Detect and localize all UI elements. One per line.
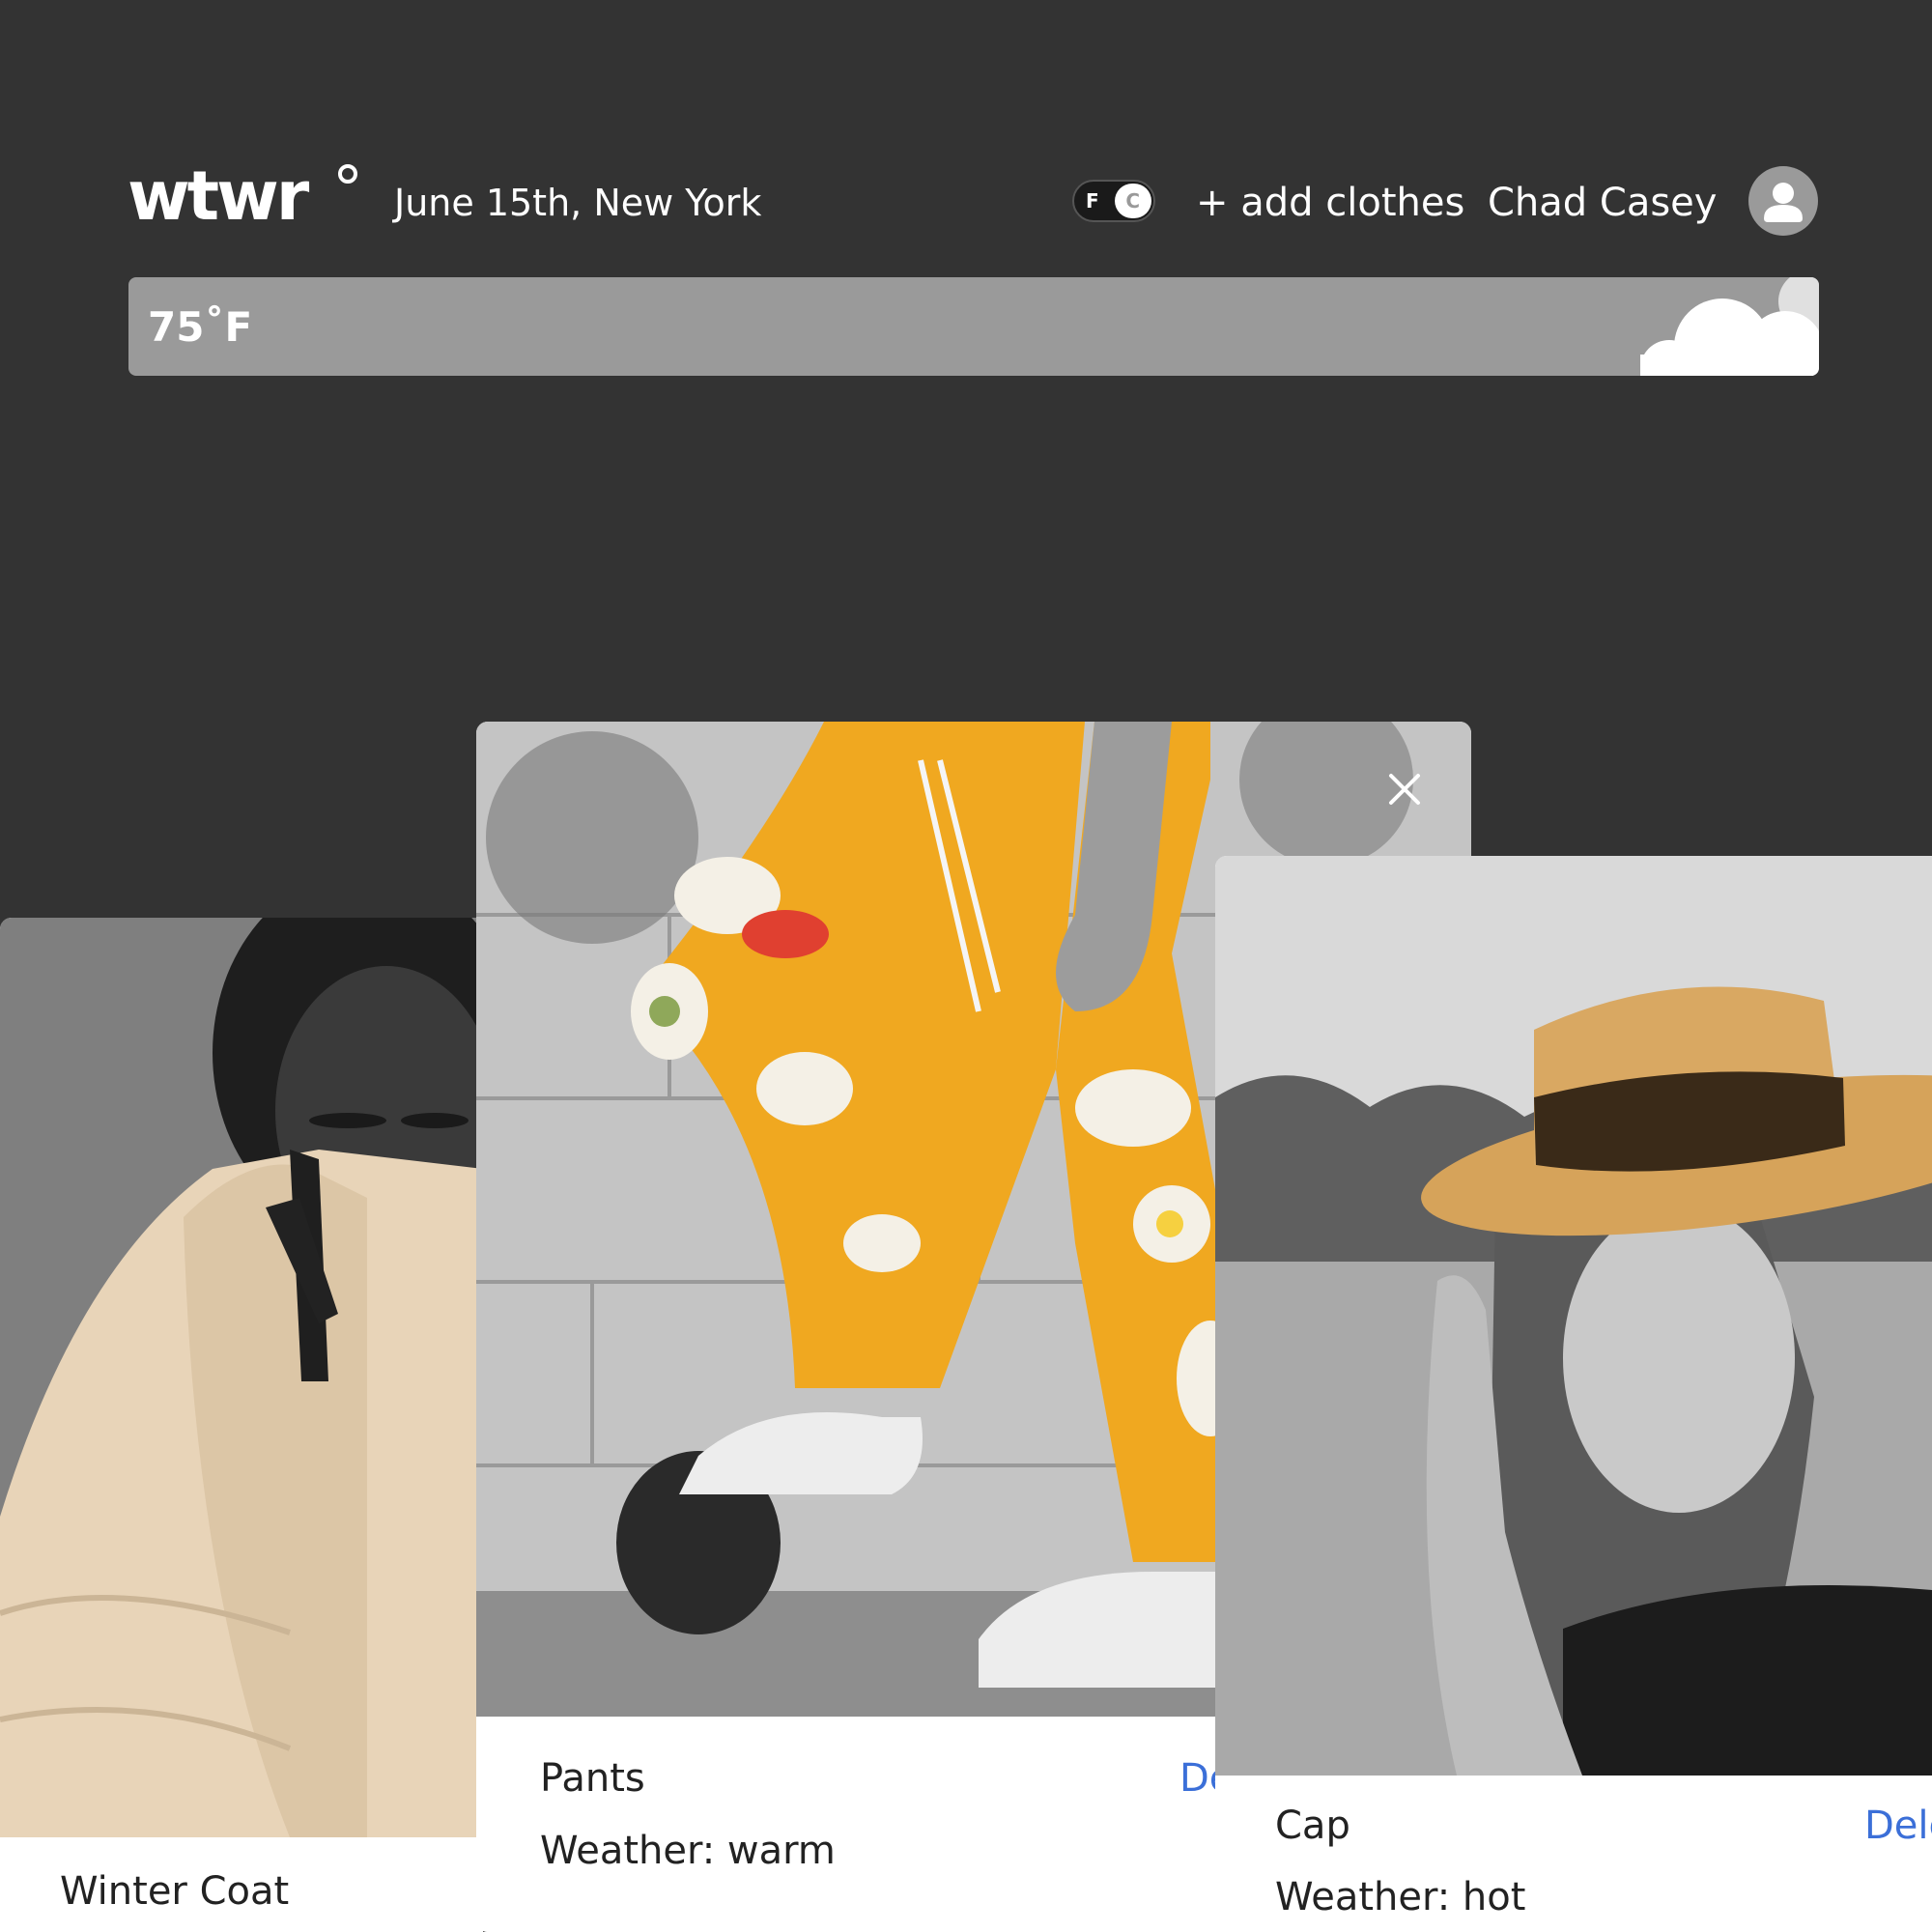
item-title: Cap [1275,1804,1350,1848]
close-icon [1389,774,1420,805]
temperature: 75˚F [148,303,253,351]
date-location: June 15th, New York [394,182,762,224]
toggle-label-c: C [1125,189,1140,213]
item-weather: Weather: hot [1275,1875,1526,1919]
item-title: Winter Coat [60,1869,290,1914]
close-button[interactable] [1381,766,1428,812]
item-card-cap[interactable]: Cap Weather: hot Dele [1215,856,1932,1932]
cloud-icon [1640,277,1819,376]
item-card-winter-coat[interactable]: Winter Coat [0,918,483,1932]
logo-text: wtwr [128,156,309,236]
user-icon [1764,183,1803,222]
toggle-label-f: F [1086,189,1099,213]
logo-degree-icon [338,164,357,184]
username[interactable]: Chad Casey [1488,180,1717,226]
logo[interactable]: wtwr [128,162,357,230]
weather-card: 75˚F [128,277,1819,376]
item-image [0,918,483,1837]
item-image [1215,856,1932,1776]
add-clothes-button[interactable]: + add clothes [1196,180,1464,226]
temperature-unit-toggle[interactable]: F C [1072,180,1155,222]
avatar[interactable] [1748,166,1818,236]
item-weather: Weather: warm [540,1829,836,1873]
delete-button[interactable]: Dele [1864,1803,1932,1849]
item-title: Pants [540,1756,645,1801]
